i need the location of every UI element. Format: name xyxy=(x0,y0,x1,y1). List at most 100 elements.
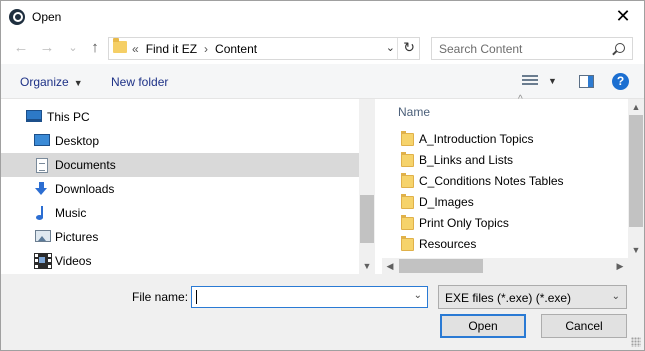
scrollbar-thumb[interactable] xyxy=(399,259,483,273)
breadcrumb-find-it-ez[interactable]: Find it EZ xyxy=(146,42,197,56)
help-icon[interactable]: ? xyxy=(612,73,629,90)
pane-splitter[interactable] xyxy=(375,99,382,274)
folder-icon xyxy=(401,236,414,251)
new-folder-button[interactable]: New folder xyxy=(111,75,168,89)
forward-arrow-icon[interactable]: → xyxy=(37,38,57,58)
folder-icon xyxy=(401,173,414,188)
caret-down-icon: ▼ xyxy=(73,78,83,88)
sort-up-icon: ^ xyxy=(518,94,523,105)
refresh-icon[interactable]: ↻ xyxy=(403,39,415,56)
cancel-button[interactable]: Cancel xyxy=(541,314,627,338)
scroll-right-icon[interactable]: ▶ xyxy=(612,258,628,274)
view-options-caret-icon[interactable]: ▼ xyxy=(548,76,557,86)
sidebar-item-label: Pictures xyxy=(55,230,99,244)
sidebar-item-label: Videos xyxy=(55,254,92,268)
file-type-select[interactable]: EXE files (*.exe) (*.exe) ⌄ xyxy=(438,285,627,309)
sidebar-item-music[interactable]: Music xyxy=(1,201,359,225)
search-box[interactable]: Search Content xyxy=(431,37,633,60)
file-name: B_Links and Lists xyxy=(419,153,514,167)
file-name: Resources xyxy=(419,237,477,251)
file-name: D_Images xyxy=(419,195,474,209)
column-header-label: Name xyxy=(398,105,431,119)
folder-icon xyxy=(401,215,414,230)
back-arrow-icon[interactable]: ← xyxy=(11,38,31,58)
folder-icon xyxy=(401,152,414,167)
list-item[interactable]: B_Links and Lists xyxy=(382,150,628,171)
sidebar-item-pictures[interactable]: Pictures xyxy=(1,225,359,249)
breadcrumb-content[interactable]: Content xyxy=(215,42,257,56)
address-divider xyxy=(397,38,398,59)
scroll-down-icon[interactable]: ▼ xyxy=(628,242,644,258)
list-item[interactable]: Resources xyxy=(382,234,628,255)
list-item[interactable]: Print Only Topics xyxy=(382,213,628,234)
folder-icon xyxy=(113,38,127,53)
app-search-icon xyxy=(9,9,25,25)
organize-label: Organize xyxy=(20,75,69,89)
list-item[interactable]: C_Conditions Notes Tables xyxy=(382,171,628,192)
recent-locations-icon[interactable]: ⌄ xyxy=(63,38,83,58)
sidebar-item-desktop[interactable]: Desktop xyxy=(1,129,359,153)
resize-grip-icon[interactable] xyxy=(631,337,641,347)
file-name-label: File name: xyxy=(132,290,189,304)
open-button[interactable]: Open xyxy=(440,314,526,338)
sidebar-item-label: Documents xyxy=(55,158,116,172)
sidebar-item-label: Music xyxy=(55,206,87,220)
file-name: C_Conditions Notes Tables xyxy=(419,174,564,188)
file-list-pane: ^ Name A_Introduction Topics B_Links and… xyxy=(382,94,644,274)
documents-icon xyxy=(36,158,48,173)
column-header-name[interactable]: ^ Name xyxy=(382,94,628,123)
file-list: A_Introduction Topics B_Links and Lists … xyxy=(382,129,628,258)
chevron-down-icon: ⌄ xyxy=(611,291,620,302)
sidebar-item-videos[interactable]: Videos xyxy=(1,249,359,273)
list-item[interactable]: A_Introduction Topics xyxy=(382,129,628,150)
scrollbar-corner xyxy=(628,258,644,274)
search-input[interactable]: Search Content xyxy=(439,42,522,56)
command-bar: Organize ▼ New folder ▼ ? xyxy=(1,64,644,99)
chevron-right-icon[interactable]: › xyxy=(204,42,208,56)
scrollbar-thumb[interactable] xyxy=(360,195,374,243)
address-bar[interactable]: « Find it EZ › Content ⌄ ↻ xyxy=(108,37,420,60)
file-name: Print Only Topics xyxy=(419,216,509,230)
view-details-icon[interactable] xyxy=(522,75,538,88)
folder-icon xyxy=(401,131,414,146)
file-type-value: EXE files (*.exe) (*.exe) xyxy=(445,291,572,305)
address-row: ← → ⌄ ↑ « Find it EZ › Content ⌄ ↻ Search C… xyxy=(1,32,644,64)
search-icon[interactable] xyxy=(615,43,625,53)
text-cursor xyxy=(196,290,197,304)
folder-icon xyxy=(401,194,414,209)
sidebar-item-documents[interactable]: Documents xyxy=(1,153,359,177)
scroll-left-icon[interactable]: ◀ xyxy=(382,258,398,274)
list-item[interactable]: D_Images xyxy=(382,192,628,213)
breadcrumb: « Find it EZ › Content xyxy=(132,42,257,56)
dialog-title: Open xyxy=(32,10,62,24)
sidebar-item-label: Desktop xyxy=(55,134,100,148)
desktop-icon xyxy=(34,134,50,146)
scroll-down-icon[interactable]: ▼ xyxy=(359,258,375,274)
chevron-down-icon[interactable]: ⌄ xyxy=(414,290,422,301)
navigation-pane: This PC Desktop Documents Downloads Musi… xyxy=(1,99,375,274)
videos-icon xyxy=(34,253,52,269)
sidebar-item-label: This PC xyxy=(47,110,90,124)
file-list-vertical-scrollbar[interactable]: ▲ ▼ xyxy=(628,99,644,258)
music-icon xyxy=(35,206,51,220)
file-list-horizontal-scrollbar[interactable]: ◀ ▶ xyxy=(382,258,628,274)
open-file-dialog: Open ✕ ← → ⌄ ↑ « Find it EZ › Content ⌄ ↻ S… xyxy=(0,0,645,351)
chevron-down-icon[interactable]: ⌄ xyxy=(386,41,395,54)
downloads-icon xyxy=(35,182,49,196)
pictures-icon xyxy=(35,230,51,242)
close-icon[interactable]: ✕ xyxy=(610,4,636,30)
computer-icon xyxy=(26,110,42,122)
scroll-up-icon[interactable]: ▲ xyxy=(628,99,644,115)
sidebar-item-label: Downloads xyxy=(55,182,115,196)
preview-pane-icon[interactable] xyxy=(579,75,594,88)
breadcrumb-overflow-icon[interactable]: « xyxy=(132,42,139,56)
navigation-scrollbar[interactable]: ▼ xyxy=(359,99,375,274)
scrollbar-thumb[interactable] xyxy=(629,115,643,227)
file-name-field[interactable]: ⌄ xyxy=(191,286,428,308)
sidebar-item-downloads[interactable]: Downloads xyxy=(1,177,359,201)
sidebar-item-this-pc[interactable]: This PC xyxy=(1,105,359,129)
up-folder-icon[interactable]: ↑ xyxy=(85,38,105,58)
organize-button[interactable]: Organize ▼ xyxy=(20,75,83,89)
file-name: A_Introduction Topics xyxy=(419,132,534,146)
navigation-list: This PC Desktop Documents Downloads Musi… xyxy=(1,99,359,274)
